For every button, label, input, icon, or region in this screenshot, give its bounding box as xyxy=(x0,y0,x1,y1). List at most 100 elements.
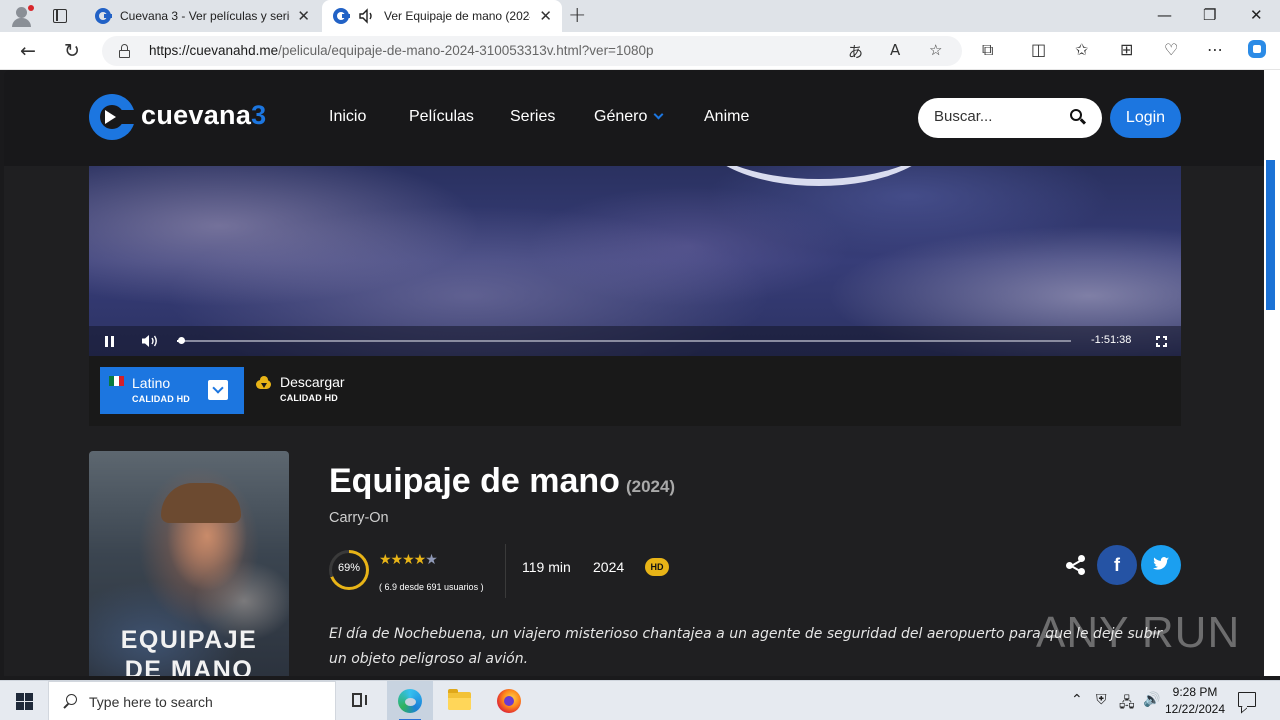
tab-title: Cuevana 3 - Ver películas y series xyxy=(120,9,290,23)
show-hidden-icons-icon[interactable]: ⌃ xyxy=(1071,692,1083,708)
close-tab-icon[interactable]: ✕ xyxy=(297,7,310,25)
cloud-download-icon[interactable] xyxy=(256,376,271,389)
page-scrollbar[interactable] xyxy=(1264,70,1280,676)
login-button[interactable]: Login xyxy=(1110,98,1181,138)
source-bar: Latino CALIDAD HD Descargar CALIDAD HD xyxy=(89,356,1181,426)
site-header: cuevana3 Inicio Películas Series Género … xyxy=(4,70,1264,166)
mexico-flag-icon xyxy=(109,376,124,386)
nav-inicio[interactable]: Inicio xyxy=(329,108,366,126)
progress-handle[interactable] xyxy=(178,337,186,344)
restore-icon[interactable]: ❐ xyxy=(1203,6,1216,24)
lock-icon[interactable] xyxy=(119,44,130,58)
folder-icon xyxy=(448,689,471,710)
minimize-icon[interactable]: — xyxy=(1157,6,1172,24)
split-screen-icon[interactable]: ◫ xyxy=(1031,40,1046,59)
search-icon xyxy=(63,694,78,709)
release-year: 2024 xyxy=(593,559,625,575)
language-label: Latino xyxy=(132,375,171,391)
chevron-down-icon[interactable] xyxy=(208,380,228,400)
browser-toolbar: ← ↻ https://cuevanahd.me/pelicula/equipa… xyxy=(0,32,1280,70)
cuevana-favicon-icon xyxy=(333,8,350,24)
player-controls: -1:51:38 xyxy=(89,326,1181,356)
title-year: (2024) xyxy=(625,477,676,496)
download-quality: CALIDAD HD xyxy=(280,393,338,403)
security-tray-icon[interactable]: ⛨ xyxy=(1096,692,1107,708)
cuevana-logo-icon xyxy=(89,94,139,140)
original-title: Carry-On xyxy=(329,510,389,526)
video-frame-moon xyxy=(699,166,939,186)
browser-tab-bar: Cuevana 3 - Ver películas y series ✕ Ver… xyxy=(0,0,1280,32)
scrollbar-thumb[interactable] xyxy=(1266,160,1275,310)
language-quality: CALIDAD HD xyxy=(132,394,190,404)
nav-series[interactable]: Series xyxy=(510,108,555,126)
volume-icon[interactable] xyxy=(141,334,159,348)
refresh-icon[interactable]: ↻ xyxy=(59,38,85,64)
volume-tray-icon[interactable]: 🔊 xyxy=(1143,692,1160,708)
search-input[interactable] xyxy=(934,108,1064,125)
close-tab-icon[interactable]: ✕ xyxy=(539,7,552,25)
score-ring: 69% xyxy=(329,550,369,590)
language-select[interactable]: Latino CALIDAD HD xyxy=(100,367,244,414)
browser-essentials-icon[interactable]: ♡ xyxy=(1164,40,1178,59)
edge-icon xyxy=(398,689,422,713)
extensions-icon[interactable]: ⧉ xyxy=(982,40,993,60)
movie-title: Equipaje de mano (2024) xyxy=(329,462,676,500)
copilot-icon[interactable] xyxy=(1246,38,1268,64)
task-view-button[interactable] xyxy=(337,681,383,720)
more-options-icon[interactable]: ⋯ xyxy=(1207,40,1223,59)
windows-start-icon[interactable] xyxy=(16,693,33,710)
search-icon[interactable] xyxy=(1070,109,1087,125)
facebook-share-button[interactable]: f xyxy=(1097,545,1137,585)
chevron-down-icon xyxy=(653,109,664,120)
twitter-bird-icon xyxy=(1153,557,1169,570)
taskbar-edge[interactable] xyxy=(387,681,433,720)
share-icon[interactable] xyxy=(1066,555,1086,575)
anyrun-watermark: ANY RUN xyxy=(1036,608,1241,657)
url-text[interactable]: https://cuevanahd.me/pelicula/equipaje-d… xyxy=(149,43,653,58)
divider xyxy=(505,544,506,598)
taskbar-search[interactable]: Type here to search xyxy=(48,681,336,720)
tab-cuevana-home[interactable]: Cuevana 3 - Ver películas y series ✕ xyxy=(84,0,320,32)
progress-bar[interactable] xyxy=(177,337,1071,344)
new-tab-icon[interactable]: + xyxy=(568,3,586,28)
star-rating-icon[interactable]: ★★★★★ xyxy=(379,552,449,568)
site-search xyxy=(918,98,1102,138)
video-player[interactable]: -1:51:38 xyxy=(89,166,1181,356)
taskbar-clock[interactable]: 9:28 PM 12/22/2024 xyxy=(1162,684,1228,718)
read-aloud-icon[interactable]: A xyxy=(890,41,900,59)
tab-actions-icon[interactable] xyxy=(53,9,67,23)
pause-icon[interactable] xyxy=(105,336,114,347)
tab-title: Ver Equipaje de mano (2024) xyxy=(384,9,530,23)
task-view-icon xyxy=(352,693,368,709)
movie-poster: EQUIPAJE DE MANO xyxy=(89,451,289,676)
runtime: 119 min xyxy=(522,559,571,575)
address-bar[interactable]: https://cuevanahd.me/pelicula/equipaje-d… xyxy=(102,36,962,66)
collections-icon[interactable]: ⊞ xyxy=(1120,40,1133,59)
notification-icon[interactable] xyxy=(1238,692,1256,707)
page-viewport: cuevana3 Inicio Películas Series Género … xyxy=(4,70,1264,676)
back-icon[interactable]: ← xyxy=(15,38,41,64)
network-icon[interactable]: 🖧 xyxy=(1119,692,1135,716)
download-link[interactable]: Descargar xyxy=(280,374,345,390)
taskbar-firefox[interactable] xyxy=(486,681,532,720)
favorite-star-icon[interactable]: ☆ xyxy=(929,41,942,59)
taskbar-file-explorer[interactable] xyxy=(436,681,482,720)
favorites-icon[interactable]: ✩ xyxy=(1075,40,1088,59)
cuevana-favicon-icon xyxy=(95,8,112,24)
poster-title: EQUIPAJE DE MANO xyxy=(120,626,258,676)
time-remaining: -1:51:38 xyxy=(1091,334,1132,346)
windows-taskbar: Type here to search ⌃ ⛨ 🖧 🔊 9:28 PM 12/22… xyxy=(0,680,1280,720)
fullscreen-icon[interactable] xyxy=(1156,336,1167,347)
score-percent: 69% xyxy=(337,562,361,574)
profile-avatar-icon[interactable] xyxy=(10,5,34,27)
hd-badge: HD xyxy=(645,558,669,576)
close-window-icon[interactable]: ✕ xyxy=(1250,6,1263,24)
nav-anime[interactable]: Anime xyxy=(704,108,749,126)
tab-movie-page[interactable]: Ver Equipaje de mano (2024) ✕ xyxy=(322,0,562,32)
nav-genero[interactable]: Género xyxy=(594,108,664,126)
speaker-icon[interactable] xyxy=(358,7,376,25)
translate-icon[interactable]: あ xyxy=(848,41,863,62)
twitter-share-button[interactable] xyxy=(1141,545,1181,585)
nav-peliculas[interactable]: Películas xyxy=(409,108,474,126)
rating-text: ( 6.9 desde 691 usuarios ) xyxy=(379,582,484,592)
